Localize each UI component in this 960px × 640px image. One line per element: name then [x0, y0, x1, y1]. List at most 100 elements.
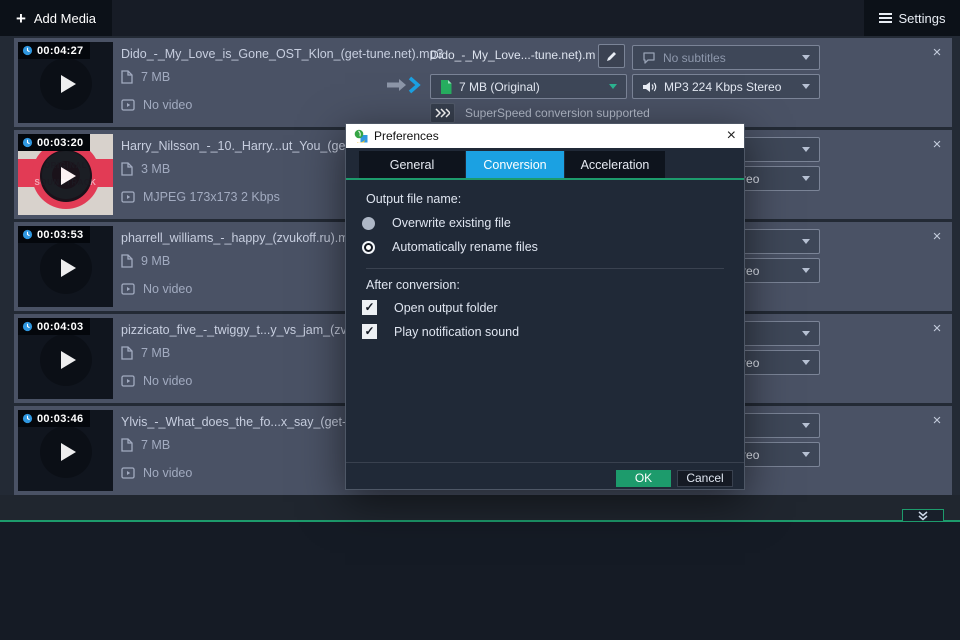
audio-format-dropdown[interactable]: MP3 224 Kbps Stereo [632, 74, 820, 99]
radio-selected-icon[interactable] [362, 241, 375, 254]
duration-badge: 00:03:46 [18, 410, 90, 427]
remove-media-button[interactable]: × [928, 228, 946, 246]
app-logo-icon [354, 129, 368, 143]
media-video-info: No video [121, 98, 192, 112]
chevron-down-icon [802, 360, 810, 365]
duration-badge: 00:04:03 [18, 318, 90, 335]
output-filename: Dido_-_My_Love...-tune.net).mp3 [430, 48, 596, 62]
play-icon [61, 443, 76, 461]
checkbox-checked-icon[interactable]: ✓ [362, 300, 377, 315]
remove-media-button[interactable]: × [928, 44, 946, 62]
media-size: 7 MB [121, 70, 170, 84]
checkbox-checked-icon[interactable]: ✓ [362, 324, 377, 339]
video-icon [121, 375, 135, 387]
convert-arrow-icon [385, 76, 427, 99]
radio-icon[interactable] [362, 217, 375, 230]
remove-media-button[interactable]: × [928, 412, 946, 430]
clock-icon [22, 45, 33, 56]
menu-icon [879, 13, 892, 23]
format-browser: Popular Video Devices Audio Images mp3 [0, 522, 960, 640]
dialog-close-button[interactable]: × [727, 128, 736, 144]
subtitles-dropdown[interactable]: No subtitles [632, 45, 820, 70]
app-window: + Add Media Settings 00:04:27 Dido_-_My_… [0, 0, 960, 640]
output-format-dropdown[interactable]: 7 MB (Original) [430, 74, 627, 99]
preferences-dialog: Preferences × General Conversion Acceler… [345, 123, 745, 490]
radio-label: Automatically rename files [392, 240, 538, 254]
play-button[interactable] [40, 58, 92, 110]
media-video-text: No video [143, 98, 192, 112]
output-format-value: 7 MB (Original) [459, 80, 540, 94]
chevron-down-icon [802, 452, 810, 457]
file-icon [121, 70, 133, 84]
play-icon [61, 259, 76, 277]
after-conversion-label: After conversion: [366, 278, 460, 292]
remove-media-button[interactable]: × [928, 320, 946, 338]
dialog-titlebar[interactable]: Preferences × [346, 124, 744, 148]
speaker-icon [642, 81, 657, 93]
double-chevron-down-icon [917, 511, 929, 521]
tab-conversion[interactable]: Conversion [466, 151, 564, 178]
audio-format-value: MP3 224 Kbps Stereo [664, 80, 781, 94]
add-media-button[interactable]: + Add Media [0, 0, 112, 36]
clock-icon [22, 229, 33, 240]
video-icon [121, 191, 135, 203]
media-size-text: 3 MB [141, 162, 170, 176]
output-file-icon [440, 80, 452, 94]
subtitles-icon [642, 52, 656, 64]
chevron-down-icon [802, 176, 810, 181]
ok-button[interactable]: OK [616, 470, 671, 487]
file-icon [121, 254, 133, 268]
chevron-down-icon [802, 147, 810, 152]
collapse-panel-button[interactable] [902, 509, 944, 522]
plus-icon: + [16, 10, 26, 27]
play-icon [61, 351, 76, 369]
radio-label: Overwrite existing file [392, 216, 511, 230]
media-video-info: No video [121, 466, 192, 480]
subtitles-value: No subtitles [663, 51, 726, 65]
checkbox-label: Open output folder [394, 301, 498, 315]
chevron-down-icon [802, 55, 810, 60]
file-icon [121, 346, 133, 360]
tab-general[interactable]: General [359, 151, 465, 178]
play-icon [61, 75, 76, 93]
play-button[interactable] [40, 426, 92, 478]
video-icon [121, 99, 135, 111]
play-icon [61, 167, 76, 185]
play-button[interactable] [40, 334, 92, 386]
tab-acceleration[interactable]: Acceleration [565, 151, 665, 178]
play-button[interactable] [40, 242, 92, 294]
media-thumbnail[interactable]: 00:03:46 [18, 410, 113, 491]
divider [346, 462, 744, 463]
radio-overwrite[interactable]: Overwrite existing file [362, 216, 511, 230]
checkbox-notification-sound[interactable]: ✓ Play notification sound [362, 324, 519, 339]
media-size: 3 MB [121, 162, 170, 176]
media-thumbnail[interactable]: ORIGINAL SOUNDTRACK 00:03:20 [18, 134, 113, 215]
pencil-icon [605, 50, 618, 63]
add-media-label: Add Media [34, 11, 96, 26]
divider [366, 268, 724, 269]
settings-label: Settings [899, 11, 946, 26]
cancel-button[interactable]: Cancel [677, 470, 733, 487]
remove-media-button[interactable]: × [928, 136, 946, 154]
checkbox-open-folder[interactable]: ✓ Open output folder [362, 300, 498, 315]
media-thumbnail[interactable]: 00:03:53 [18, 226, 113, 307]
chevron-down-icon [802, 239, 810, 244]
rename-button[interactable] [598, 44, 625, 68]
radio-rename[interactable]: Automatically rename files [362, 240, 538, 254]
settings-button[interactable]: Settings [864, 0, 960, 36]
play-button[interactable] [40, 150, 92, 202]
media-video-info: MJPEG 173x173 2 Kbps [121, 190, 280, 204]
duration-text: 00:03:20 [37, 137, 83, 149]
media-size-text: 7 MB [141, 438, 170, 452]
video-icon [121, 467, 135, 479]
duration-badge: 00:03:53 [18, 226, 90, 243]
superspeed-note: SuperSpeed conversion supported [465, 106, 650, 120]
media-row-1[interactable]: 00:04:27 Dido_-_My_Love_is_Gone_OST_Klon… [14, 38, 952, 127]
media-size-text: 9 MB [141, 254, 170, 268]
duration-badge: 00:03:20 [18, 134, 90, 151]
list-footer [0, 495, 960, 520]
duration-text: 00:04:03 [37, 321, 83, 333]
media-thumbnail[interactable]: 00:04:27 [18, 42, 113, 123]
media-size: 7 MB [121, 438, 170, 452]
media-thumbnail[interactable]: 00:04:03 [18, 318, 113, 399]
